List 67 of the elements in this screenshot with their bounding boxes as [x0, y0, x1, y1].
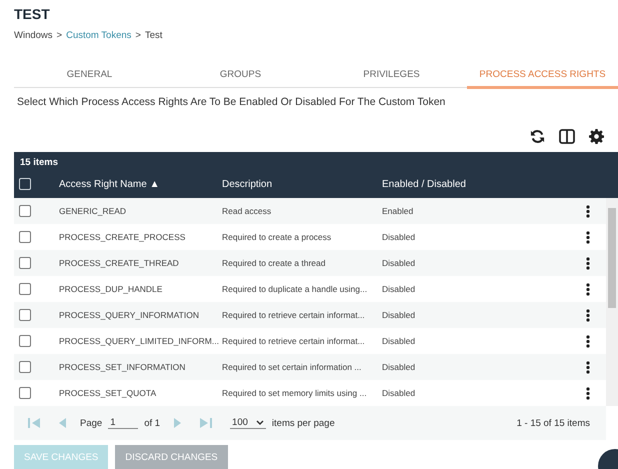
table-cell-text: PROCESS_DUP_HANDLE — [59, 284, 164, 294]
row-checkbox[interactable] — [19, 335, 31, 347]
table-cell-text: Required to create a process — [222, 232, 332, 242]
scrollbar[interactable] — [606, 198, 618, 406]
table-cell-text: Required to retrieve certain informat... — [222, 336, 366, 346]
items-summary: 1 - 15 of 15 items — [516, 418, 590, 428]
row-checkbox[interactable] — [19, 205, 31, 217]
table-cell-text: Required to create a thread — [222, 258, 326, 268]
table-cell-text: Disabled — [382, 310, 416, 320]
tab[interactable]: PROCESS ACCESS RIGHTS — [467, 61, 618, 89]
breadcrumb-item: Test — [144, 30, 162, 41]
item-count: 15 items — [19, 156, 60, 168]
table-cell-text: PROCESS_QUERY_INFORMATION — [59, 310, 200, 320]
refresh-icon[interactable] — [530, 128, 545, 144]
more-icon[interactable] — [586, 256, 590, 270]
more-icon[interactable] — [586, 308, 590, 322]
table-cell-text: PROCESS_QUERY_LIMITED_INFORM... — [59, 336, 220, 346]
settings-icon[interactable] — [589, 128, 604, 144]
table-cell-text: Disabled — [382, 258, 416, 268]
tab[interactable]: GROUPS — [165, 61, 316, 89]
page-size-select[interactable]: 100 — [230, 417, 266, 429]
tab[interactable]: PRIVILEGES — [316, 61, 467, 89]
row-checkbox[interactable] — [19, 231, 31, 243]
more-icon[interactable] — [586, 360, 590, 374]
table-cell-text: PROCESS_SET_QUOTA — [59, 388, 158, 398]
table-cell-text: Read access — [222, 206, 272, 216]
instruction-text: Select Which Process Access Rights Are To Be Enabled Or Disabled For The Custom Token — [17, 96, 446, 108]
more-icon[interactable] — [586, 282, 590, 296]
more-icon[interactable] — [586, 334, 590, 348]
table-cell-text: Disabled — [382, 362, 416, 372]
more-icon[interactable] — [586, 386, 590, 400]
column-header[interactable]: Access Right Name ▲ — [59, 178, 222, 190]
breadcrumb-item: Windows — [14, 30, 53, 41]
more-icon[interactable] — [586, 204, 590, 218]
table-cell-text: Required to duplicate a handle using... — [222, 284, 368, 294]
column-header[interactable]: Description — [222, 178, 382, 190]
table-cell-text: GENERIC_READ — [59, 206, 128, 216]
breadcrumb-link[interactable]: Custom Tokens — [66, 30, 132, 41]
table-cell-text: Disabled — [382, 284, 416, 294]
row-checkbox[interactable] — [19, 387, 31, 399]
table-cell-text: PROCESS_CREATE_PROCESS — [59, 232, 186, 242]
table-cell-text: Disabled — [382, 232, 416, 242]
table-cell-text: Disabled — [382, 336, 416, 346]
more-icon[interactable] — [586, 230, 590, 244]
table-cell-text: Disabled — [382, 388, 416, 398]
per-page-label: items per page — [272, 418, 335, 428]
column-header[interactable]: Enabled / Disabled — [382, 178, 598, 190]
page-input[interactable]: 1 — [108, 417, 138, 429]
table-cell-text: PROCESS_CREATE_THREAD — [59, 258, 180, 268]
table-cell-text: PROCESS_SET_INFORMATION — [59, 362, 186, 372]
row-checkbox[interactable] — [19, 361, 31, 373]
chevron-down-icon — [256, 420, 264, 425]
page-label: Page — [80, 418, 102, 428]
row-checkbox[interactable] — [19, 283, 31, 295]
row-checkbox[interactable] — [19, 257, 31, 269]
row-checkbox[interactable] — [19, 309, 31, 321]
breadcrumb-item: > — [135, 30, 141, 41]
columns-icon[interactable] — [559, 128, 575, 144]
table-cell-text: Required to set memory limits using ... — [222, 388, 368, 398]
table-cell-text: Required to set certain information ... — [222, 362, 362, 372]
breadcrumb-item: > — [56, 30, 62, 41]
page-total: of 1 — [144, 418, 160, 428]
page-title: TEST — [14, 6, 50, 22]
table-cell-text: Enabled — [382, 206, 414, 216]
table-cell-text: Required to retrieve certain informat... — [222, 310, 366, 320]
select-all-checkbox[interactable] — [19, 178, 31, 190]
tab[interactable]: GENERAL — [14, 61, 165, 89]
